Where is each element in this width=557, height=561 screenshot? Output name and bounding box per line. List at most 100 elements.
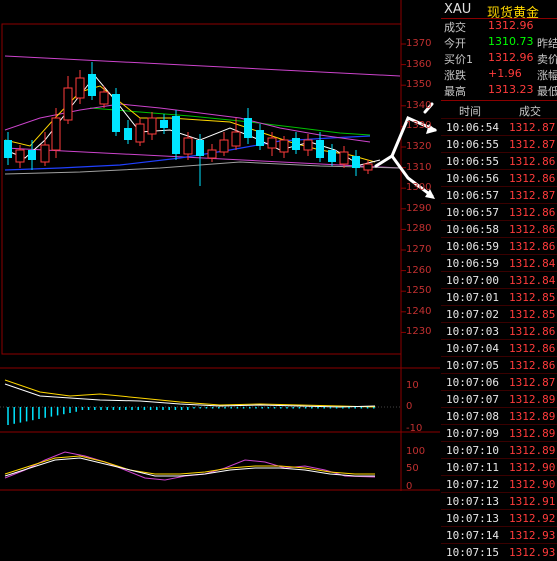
- tick-time: 10:06:59: [446, 257, 499, 270]
- tick-time: 10:06:55: [446, 155, 499, 168]
- tick-price: 1312.90: [509, 478, 556, 491]
- tick-row[interactable]: 10:06:57 1312.87: [441, 186, 557, 204]
- price-tick-label: 1340: [406, 99, 432, 111]
- tick-price: 1312.89: [509, 410, 556, 423]
- tick-time: 10:07:05: [446, 359, 499, 372]
- tick-price: 1312.86: [509, 172, 556, 185]
- price-tick-label: 1290: [406, 202, 432, 214]
- quote-extra-label: 昨结: [537, 37, 557, 50]
- tick-price: 1312.85: [509, 308, 556, 321]
- tick-row[interactable]: 10:07:09 1312.89: [441, 424, 557, 442]
- tick-price: 1312.86: [509, 223, 556, 236]
- tick-time: 10:06:56: [446, 172, 499, 185]
- quote-value: +1.96: [488, 67, 522, 80]
- tick-time: 10:06:54: [446, 121, 499, 134]
- macd-tick-label: 0: [406, 401, 413, 412]
- tick-price: 1312.89: [509, 427, 556, 440]
- macd-panel: [0, 379, 400, 425]
- tick-row[interactable]: 10:07:03 1312.86: [441, 322, 557, 340]
- tick-time: 10:07:01: [446, 291, 499, 304]
- chart-canvas: [0, 0, 440, 491]
- quote-extra-label: 卖价: [537, 53, 557, 66]
- tick-time: 10:06:55: [446, 138, 499, 151]
- quote-label: 涨跌: [444, 69, 466, 82]
- tick-row[interactable]: 10:06:54 1312.87: [441, 118, 557, 136]
- candlestick-series: [4, 62, 373, 186]
- tick-price: 1312.93: [509, 546, 556, 559]
- quote-header: XAU 现货黄金: [441, 1, 557, 21]
- price-tick-label: 1280: [406, 223, 432, 235]
- tick-price: 1312.90: [509, 461, 556, 474]
- candlestick-chart-area[interactable]: 1370 1360 1350 1340 1330 1320 1310 1300 1290 1280…: [0, 0, 440, 492]
- tick-row[interactable]: 10:06:59 1312.84: [441, 254, 557, 272]
- tick-time: 10:07:00: [446, 274, 499, 287]
- tick-price: 1312.86: [509, 155, 556, 168]
- tick-row[interactable]: 10:07:10 1312.89: [441, 441, 557, 459]
- tick-row[interactable]: 10:07:08 1312.89: [441, 407, 557, 425]
- tick-time: 10:07:03: [446, 325, 499, 338]
- tick-row[interactable]: 10:07:11 1312.90: [441, 458, 557, 476]
- tick-time: 10:07:10: [446, 444, 499, 457]
- tick-price: 1312.93: [509, 529, 556, 542]
- quote-value: 1312.96: [488, 51, 534, 64]
- tick-row[interactable]: 10:06:56 1312.86: [441, 169, 557, 187]
- tick-price: 1312.92: [509, 512, 556, 525]
- price-tick-label: 1250: [406, 285, 432, 297]
- tick-row[interactable]: 10:06:57 1312.86: [441, 203, 557, 221]
- tick-price: 1312.87: [509, 138, 556, 151]
- quote-value: 1313.23: [488, 83, 534, 96]
- tick-time: 10:06:57: [446, 189, 499, 202]
- price-tick-label: 1370: [406, 38, 432, 49]
- price-tick-label: 1330: [406, 120, 432, 132]
- tick-price: 1312.89: [509, 444, 556, 457]
- quote-label: 最高: [444, 85, 466, 98]
- tick-time: 10:07:09: [446, 427, 499, 440]
- macd-tick-label: 10: [406, 380, 419, 391]
- tick-row[interactable]: 10:07:02 1312.85: [441, 305, 557, 323]
- tick-time: 10:07:06: [446, 376, 499, 389]
- tick-row[interactable]: 10:07:06 1312.87: [441, 373, 557, 391]
- tick-row[interactable]: 10:06:55 1312.87: [441, 135, 557, 153]
- tick-header-time: 时间: [459, 105, 481, 118]
- tick-time: 10:06:58: [446, 223, 499, 236]
- quote-label: 买价1: [444, 53, 473, 66]
- quote-extra-label: 涨幅: [537, 69, 557, 82]
- tick-price: 1312.84: [509, 257, 556, 270]
- tick-header-price: 成交: [519, 105, 541, 118]
- quote-label: 今开: [444, 37, 466, 50]
- tick-price: 1312.87: [509, 376, 556, 389]
- tick-row[interactable]: 10:07:00 1312.84: [441, 271, 557, 289]
- price-tick-label: 1360: [406, 58, 432, 70]
- quote-row: 涨跌 +1.96 涨幅: [441, 67, 557, 83]
- tick-price: 1312.89: [509, 393, 556, 406]
- upper-channel-line: [4, 55, 401, 77]
- tick-row[interactable]: 10:07:14 1312.93: [441, 526, 557, 544]
- tick-row[interactable]: 10:06:59 1312.86: [441, 237, 557, 255]
- kdj-tick-label: 50: [406, 463, 419, 474]
- tick-time: 10:07:04: [446, 342, 499, 355]
- tick-row[interactable]: 10:07:15 1312.93: [441, 543, 557, 561]
- macd-tick-label: -10: [406, 423, 423, 434]
- tick-time: 10:07:02: [446, 308, 499, 321]
- quote-panel: XAU 现货黄金 成交 1312.96 今开 1310.73 昨结 买价1 1312.96 卖…: [441, 0, 557, 559]
- tick-row[interactable]: 10:06:55 1312.86: [441, 152, 557, 170]
- tick-row[interactable]: 10:06:58 1312.86: [441, 220, 557, 238]
- kdj-panel: [4, 451, 376, 481]
- tick-row[interactable]: 10:07:04 1312.86: [441, 339, 557, 357]
- tick-time: 10:06:59: [446, 240, 499, 253]
- tick-row[interactable]: 10:07:13 1312.92: [441, 509, 557, 527]
- quote-label: 成交: [444, 21, 466, 34]
- tick-price: 1312.85: [509, 291, 556, 304]
- tick-price: 1312.84: [509, 274, 556, 287]
- price-tick-label: 1230: [406, 326, 432, 338]
- tick-row[interactable]: 10:07:07 1312.89: [441, 390, 557, 408]
- symbol-code: XAU: [444, 2, 472, 17]
- tick-price: 1312.86: [509, 359, 556, 372]
- tick-time: 10:07:13: [446, 512, 499, 525]
- tick-row[interactable]: 10:07:12 1312.90: [441, 475, 557, 493]
- kdj-tick-label: 0: [406, 481, 413, 492]
- tick-row[interactable]: 10:07:05 1312.86: [441, 356, 557, 374]
- tick-row[interactable]: 10:07:13 1312.91: [441, 492, 557, 510]
- tick-row[interactable]: 10:07:01 1312.85: [441, 288, 557, 306]
- quote-row: 买价1 1312.96 卖价: [441, 51, 557, 67]
